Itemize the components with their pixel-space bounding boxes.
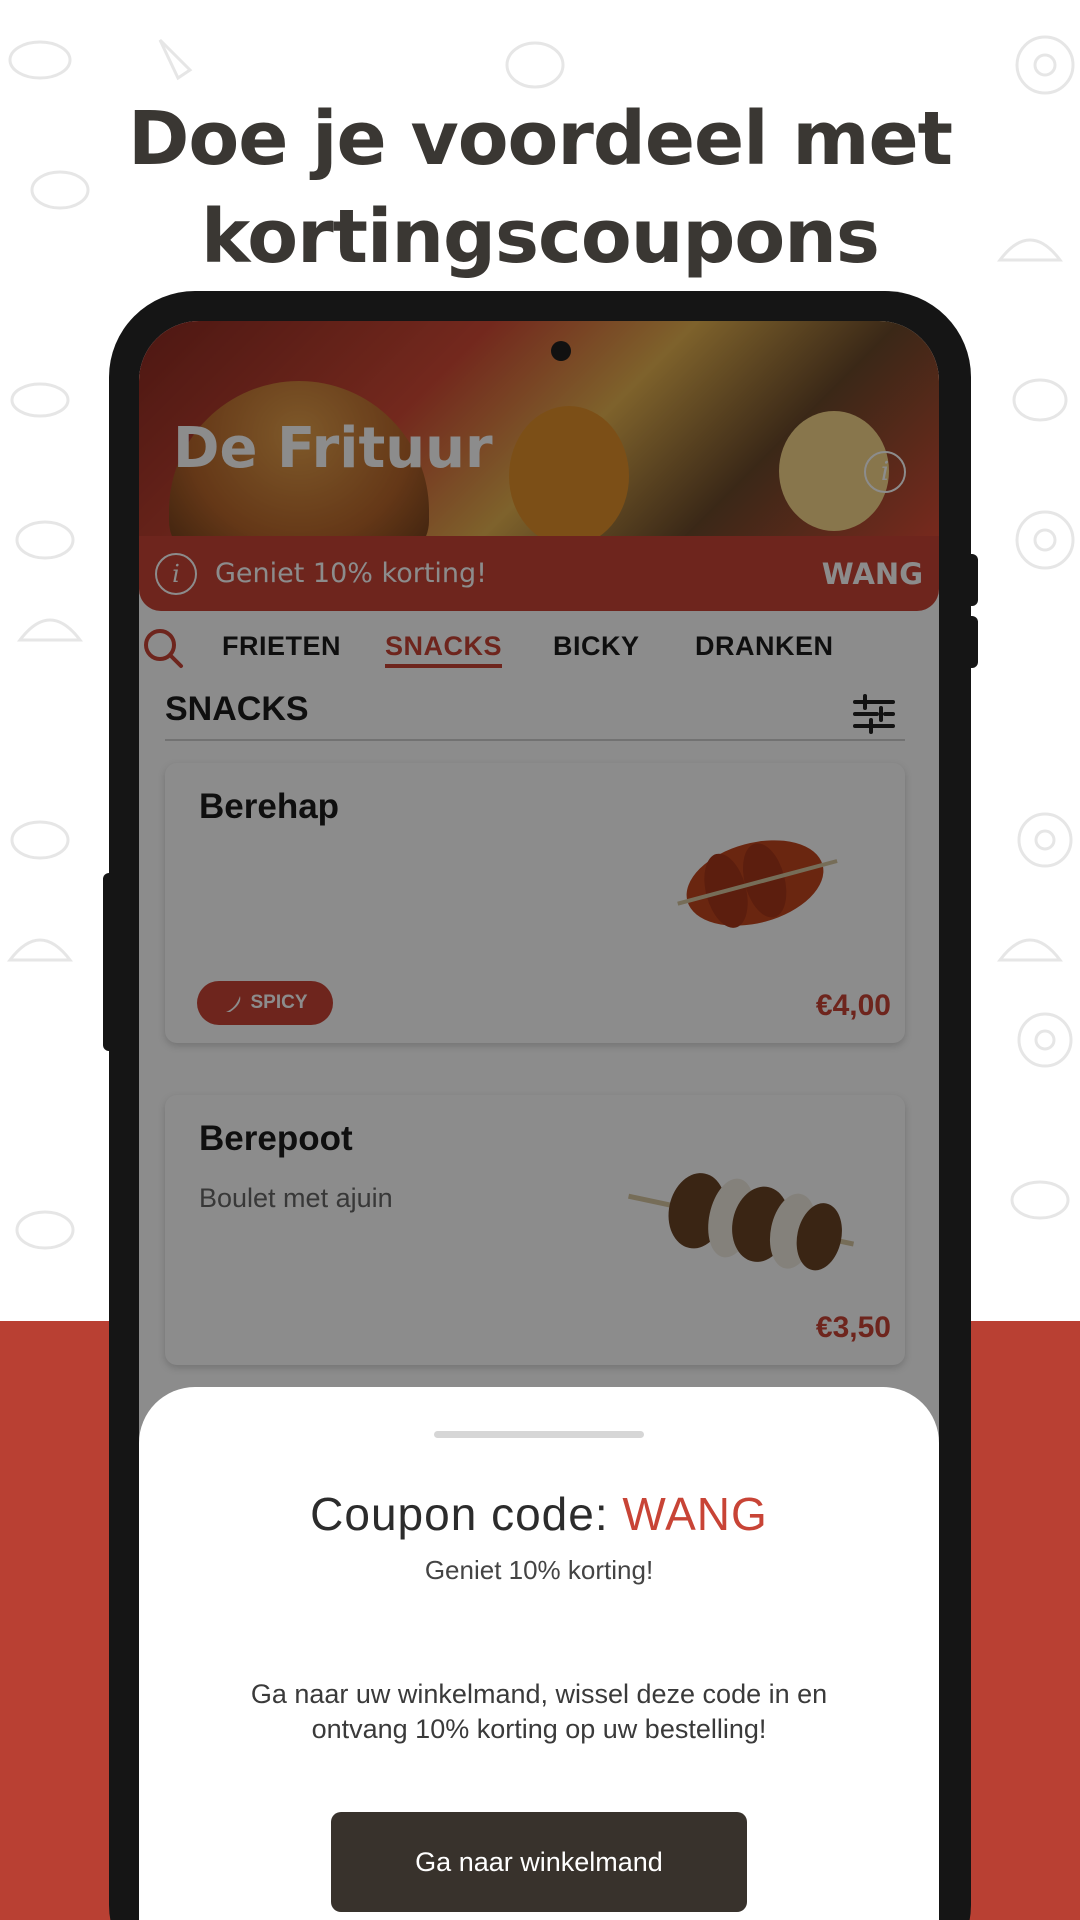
front-camera	[551, 341, 571, 361]
headline-line-1: Doe je voordeel met	[127, 96, 953, 182]
sheet-subtitle: Geniet 10% korting!	[424, 1555, 654, 1585]
sheet-instructions: Ga naar uw winkelmand, wissel deze code …	[209, 1677, 869, 1747]
sheet-title-prefix: Coupon code:	[310, 1488, 609, 1540]
sheet-title: Coupon code: WANG	[139, 1487, 939, 1541]
sheet-instructions-line-2: ontvang 10% korting op uw bestelling!	[311, 1714, 767, 1744]
sheet-coupon-code: WANG	[622, 1488, 768, 1540]
headline-line-2: kortingscoupons	[201, 194, 880, 280]
go-to-cart-button[interactable]: Ga naar winkelmand	[331, 1812, 747, 1912]
sheet-drag-handle[interactable]	[434, 1431, 644, 1438]
promo-headline: Doe je voordeel met kortingscoupons	[0, 90, 1080, 286]
sheet-instructions-line-1: Ga naar uw winkelmand, wissel deze code …	[250, 1679, 828, 1709]
coupon-bottom-sheet: Coupon code: WANG Geniet 10% korting! Ga…	[139, 1387, 939, 1920]
phone-screen: De Frituur i i Geniet 10% korting! WANG …	[139, 321, 939, 1920]
